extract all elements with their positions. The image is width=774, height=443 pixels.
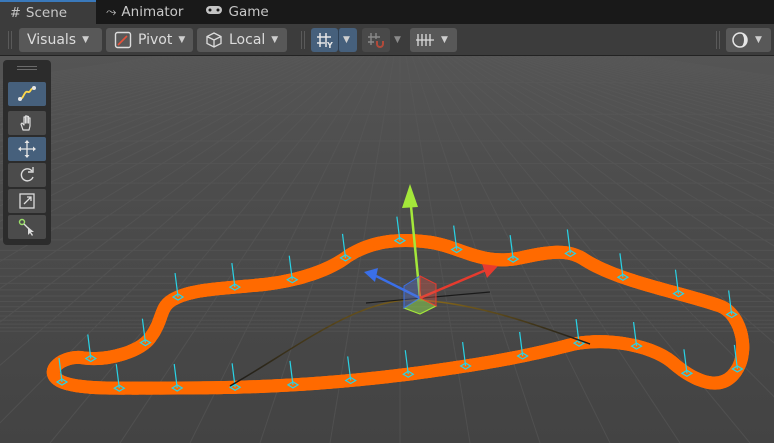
tab-scene[interactable]: # Scene: [0, 0, 96, 24]
pivot-icon: [114, 31, 132, 49]
scale-tool-button[interactable]: [8, 189, 46, 213]
grid-icon: #: [10, 5, 21, 21]
chevron-down-icon: ▼: [82, 35, 90, 45]
chevron-down-icon: ▼: [755, 35, 762, 45]
visuals-dropdown[interactable]: Visuals ▼: [19, 28, 102, 52]
hand-tool-button[interactable]: [8, 111, 46, 135]
tab-bar: # Scene ⤳ Animator Game: [0, 0, 774, 24]
shading-mode-dropdown[interactable]: ▼: [726, 28, 771, 52]
move-arrows-icon: [16, 139, 38, 159]
grid-y-icon: Y: [315, 31, 335, 49]
hand-icon: [17, 113, 37, 133]
custom-tool-button[interactable]: [8, 215, 46, 239]
overlay-grip[interactable]: [17, 66, 37, 72]
magnet-grid-icon: [366, 31, 386, 49]
gamepad-icon: [205, 4, 223, 20]
tab-animator-label: Animator: [121, 4, 184, 20]
scene-toolbar: Visuals ▼ Pivot ▼ Local ▼ Y ▼ ▼ ▼ ▼: [0, 24, 774, 56]
grid-lines-icon: [415, 32, 435, 48]
tools-overlay: [3, 60, 51, 245]
grid-visibility-dropdown[interactable]: ▼: [410, 28, 457, 52]
chevron-down-icon: ▼: [394, 35, 401, 45]
grid-snap-dropdown[interactable]: ▼: [338, 28, 357, 52]
spline-icon: [16, 84, 38, 104]
tab-scene-label: Scene: [25, 5, 68, 21]
rotate-tool-button[interactable]: [8, 163, 46, 187]
custom-tool-icon: [16, 217, 38, 237]
chevron-down-icon: ▼: [178, 35, 186, 45]
tab-game[interactable]: Game: [195, 0, 280, 24]
chevron-down-icon: ▼: [271, 35, 279, 45]
toolbar-grip[interactable]: [8, 31, 12, 49]
pivot-dropdown[interactable]: Pivot ▼: [106, 28, 193, 52]
visuals-label: Visuals: [27, 32, 77, 48]
chevron-down-icon: ▼: [441, 35, 448, 45]
shading-sphere-icon: [731, 31, 749, 49]
scene-canvas[interactable]: [0, 56, 774, 443]
animator-icon: ⤳: [106, 4, 117, 20]
tab-game-label: Game: [228, 4, 269, 20]
move-tool-button[interactable]: [8, 137, 46, 161]
tab-animator[interactable]: ⤳ Animator: [96, 0, 195, 24]
chevron-down-icon: ▼: [343, 35, 350, 45]
local-dropdown[interactable]: Local ▼: [197, 28, 287, 52]
toolbar-grip[interactable]: [301, 31, 305, 49]
increment-snap-toggle[interactable]: [362, 28, 390, 52]
toolbar-grip[interactable]: [716, 31, 720, 49]
spline-tool-button[interactable]: [8, 82, 46, 106]
rotate-icon: [17, 165, 37, 185]
scene-viewport[interactable]: [0, 56, 774, 443]
local-space-icon: [205, 31, 223, 49]
scale-icon: [17, 191, 37, 211]
grid-snap-toggle[interactable]: Y: [311, 28, 338, 52]
svg-text:Y: Y: [326, 41, 333, 49]
pivot-label: Pivot: [138, 32, 173, 48]
increment-snap-dropdown[interactable]: ▼: [390, 28, 408, 52]
local-label: Local: [229, 32, 266, 48]
